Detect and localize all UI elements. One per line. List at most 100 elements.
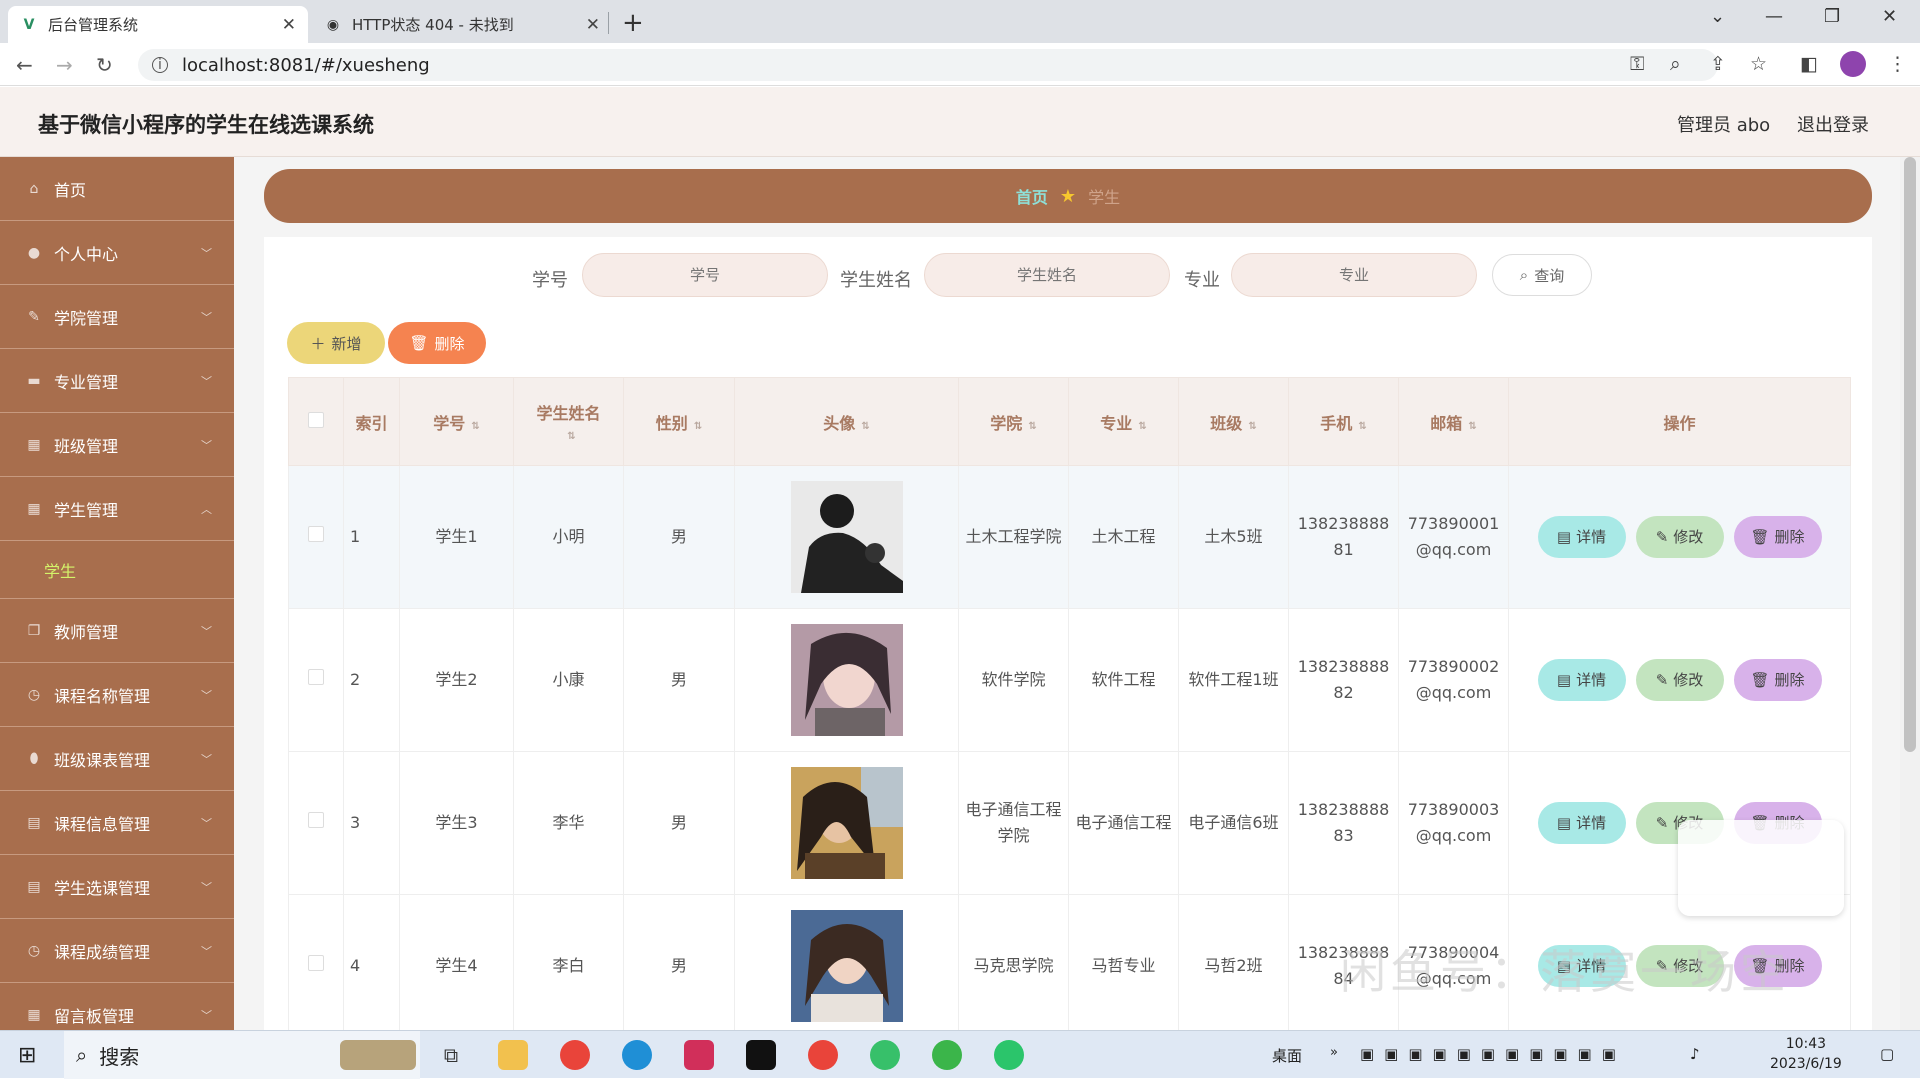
sidebar-item-label: 教师管理 <box>54 622 119 642</box>
desktop-label[interactable]: 桌面 <box>1272 1045 1302 1066</box>
sort-icon[interactable]: ⇅ <box>567 431 575 442</box>
sidebar-item-student-mgmt[interactable]: ▦ 学生管理 ︿ <box>0 477 234 541</box>
chrome-active-icon[interactable] <box>808 1040 838 1070</box>
chevron-right-icon[interactable]: » <box>1330 1045 1338 1060</box>
col-major[interactable]: 专业 ⇅ <box>1068 377 1179 466</box>
breadcrumb-home[interactable]: 首页 <box>1016 184 1048 208</box>
taskbar-clock[interactable]: 10:43 2023/6/19 <box>1770 1034 1842 1074</box>
task-view-icon[interactable]: ⧉ <box>436 1040 466 1070</box>
file-explorer-icon[interactable] <box>498 1040 528 1070</box>
tab-admin[interactable]: V 后台管理系统 ✕ <box>8 6 308 43</box>
sidebar-item-timetable[interactable]: ⬮ 班级课表管理 ﹀ <box>0 727 234 791</box>
sort-icon[interactable]: ⇅ <box>1468 421 1476 432</box>
col-class[interactable]: 班级 ⇅ <box>1178 377 1289 466</box>
detail-button[interactable]: ▤ 详情 <box>1537 659 1626 701</box>
avatar[interactable] <box>790 624 903 736</box>
delete-button[interactable]: 🗑删除 <box>1733 659 1822 701</box>
detail-button[interactable]: ▤ 详情 <box>1537 802 1626 844</box>
col-name[interactable]: 学生姓名 ⇅ <box>513 377 624 466</box>
forward-icon[interactable]: → <box>56 53 73 77</box>
sidebar-item-course-info[interactable]: ▤ 课程信息管理 ﹀ <box>0 791 234 855</box>
sidepanel-icon[interactable]: ◧ <box>1800 53 1818 75</box>
major-input[interactable] <box>1231 253 1477 297</box>
avatar[interactable] <box>790 910 903 1022</box>
scrollbar-thumb[interactable] <box>1904 157 1916 752</box>
sidebar-item-college[interactable]: ✎ 学院管理 ﹀ <box>0 285 234 349</box>
reload-icon[interactable]: ↻ <box>96 53 113 77</box>
doc-icon: ▤ <box>1556 528 1572 546</box>
name-input[interactable] <box>924 253 1170 297</box>
delete-button[interactable]: 🗑删除 <box>1733 516 1822 558</box>
share-icon[interactable]: ⇪ <box>1710 53 1726 75</box>
batch-delete-button[interactable]: 🗑 删除 <box>388 322 486 364</box>
maximize-icon[interactable]: ❐ <box>1824 6 1840 27</box>
col-phone[interactable]: 手机 ⇅ <box>1288 377 1399 466</box>
query-button[interactable]: ⌕ 查询 <box>1492 254 1592 296</box>
taskbar: ⊞ ⌕ 搜索 ⧉ 桌面 » ▣▣▣▣▣▣▣▣▣▣▣ ♪ 10:43 2023/6/… <box>0 1030 1920 1079</box>
sidebar-item-major[interactable]: ▬ 专业管理 ﹀ <box>0 349 234 413</box>
sidebar-item-messages[interactable]: ▦ 留言板管理 ﹀ <box>0 983 234 1030</box>
sidebar-item-teacher[interactable]: ❐ 教师管理 ﹀ <box>0 599 234 663</box>
sort-icon[interactable]: ⇅ <box>1358 421 1366 432</box>
col-xuehao[interactable]: 学号 ⇅ <box>399 377 514 466</box>
row-checkbox[interactable] <box>288 751 344 895</box>
col-gender[interactable]: 性别 ⇅ <box>623 377 735 466</box>
zoom-icon[interactable]: ⌕ <box>1670 53 1681 75</box>
chrome-icon[interactable] <box>560 1040 590 1070</box>
col-email[interactable]: 邮箱 ⇅ <box>1398 377 1509 466</box>
detail-button[interactable]: ▤ 详情 <box>1537 516 1626 558</box>
logout-link[interactable]: 退出登录 <box>1797 111 1869 137</box>
sort-icon[interactable]: ⇅ <box>471 421 479 432</box>
key-icon[interactable]: ⚿ <box>1630 53 1644 75</box>
volume-icon[interactable]: ♪ <box>1690 1045 1700 1063</box>
add-button[interactable]: ＋ 新增 <box>287 322 385 364</box>
notification-icon[interactable]: ▢ <box>1880 1045 1894 1063</box>
new-tab-icon[interactable]: + <box>622 8 644 38</box>
edge-icon[interactable] <box>622 1040 652 1070</box>
chevron-down-icon[interactable]: ⌄ <box>1710 6 1725 27</box>
sidebar-item-profile[interactable]: ● 个人中心 ﹀ <box>0 221 234 285</box>
select-all-checkbox[interactable] <box>288 377 344 466</box>
bookmark-star-icon[interactable]: ☆ <box>1750 53 1767 75</box>
xuehao-input[interactable] <box>582 253 828 297</box>
edit-button[interactable]: ✎修改 <box>1635 659 1724 701</box>
sidebar-item-selection[interactable]: ▤ 学生选课管理 ﹀ <box>0 855 234 919</box>
sidebar-item-class[interactable]: ▦ 班级管理 ﹀ <box>0 413 234 477</box>
sort-icon[interactable]: ⇅ <box>1028 421 1036 432</box>
system-tray-icons[interactable]: ▣▣▣▣▣▣▣▣▣▣▣ <box>1360 1045 1626 1063</box>
back-icon[interactable]: ← <box>16 53 33 77</box>
menu-dots-icon[interactable]: ⋮ <box>1888 53 1907 75</box>
sidebar-item-grades[interactable]: ◷ 课程成绩管理 ﹀ <box>0 919 234 983</box>
sidebar-item-course-name[interactable]: ◷ 课程名称管理 ﹀ <box>0 663 234 727</box>
tab-404[interactable]: ◉ HTTP状态 404 - 未找到 ✕ <box>312 6 612 43</box>
windows-start-icon[interactable]: ⊞ <box>18 1043 36 1068</box>
sort-icon[interactable]: ⇅ <box>694 421 702 432</box>
avatar[interactable] <box>790 481 903 593</box>
sort-icon[interactable]: ⇅ <box>1138 421 1146 432</box>
terminal-icon[interactable] <box>746 1040 776 1070</box>
sidebar-subitem-student[interactable]: 学生 <box>0 541 234 599</box>
app-icon[interactable] <box>932 1040 962 1070</box>
col-college[interactable]: 学院 ⇅ <box>958 377 1069 466</box>
info-icon[interactable]: i <box>152 57 168 73</box>
sort-icon[interactable]: ⇅ <box>861 421 869 432</box>
edit-button[interactable]: ✎修改 <box>1635 516 1724 558</box>
wechat-devtools-icon[interactable] <box>870 1040 900 1070</box>
close-icon[interactable]: ✕ <box>282 15 296 35</box>
avatar[interactable] <box>790 767 903 879</box>
row-checkbox[interactable] <box>288 894 344 1038</box>
close-icon[interactable]: ✕ <box>586 15 600 35</box>
window-close-icon[interactable]: ✕ <box>1882 6 1897 27</box>
minimize-icon[interactable]: — <box>1765 6 1783 27</box>
profile-avatar[interactable] <box>1840 51 1866 77</box>
page-scrollbar[interactable] <box>1900 157 1920 1030</box>
sort-icon[interactable]: ⇅ <box>1248 421 1256 432</box>
sidebar-item-home[interactable]: ⌂ 首页 <box>0 157 234 221</box>
row-checkbox[interactable] <box>288 608 344 752</box>
col-avatar[interactable]: 头像 ⇅ <box>734 377 959 466</box>
row-checkbox[interactable] <box>288 465 344 609</box>
wechat-icon[interactable] <box>994 1040 1024 1070</box>
url-field[interactable]: i localhost:8081/#/xuesheng <box>138 49 1718 81</box>
intellij-icon[interactable] <box>684 1040 714 1070</box>
cell-actions: ▤详情 ✎修改 🗑删除 <box>1508 608 1851 752</box>
